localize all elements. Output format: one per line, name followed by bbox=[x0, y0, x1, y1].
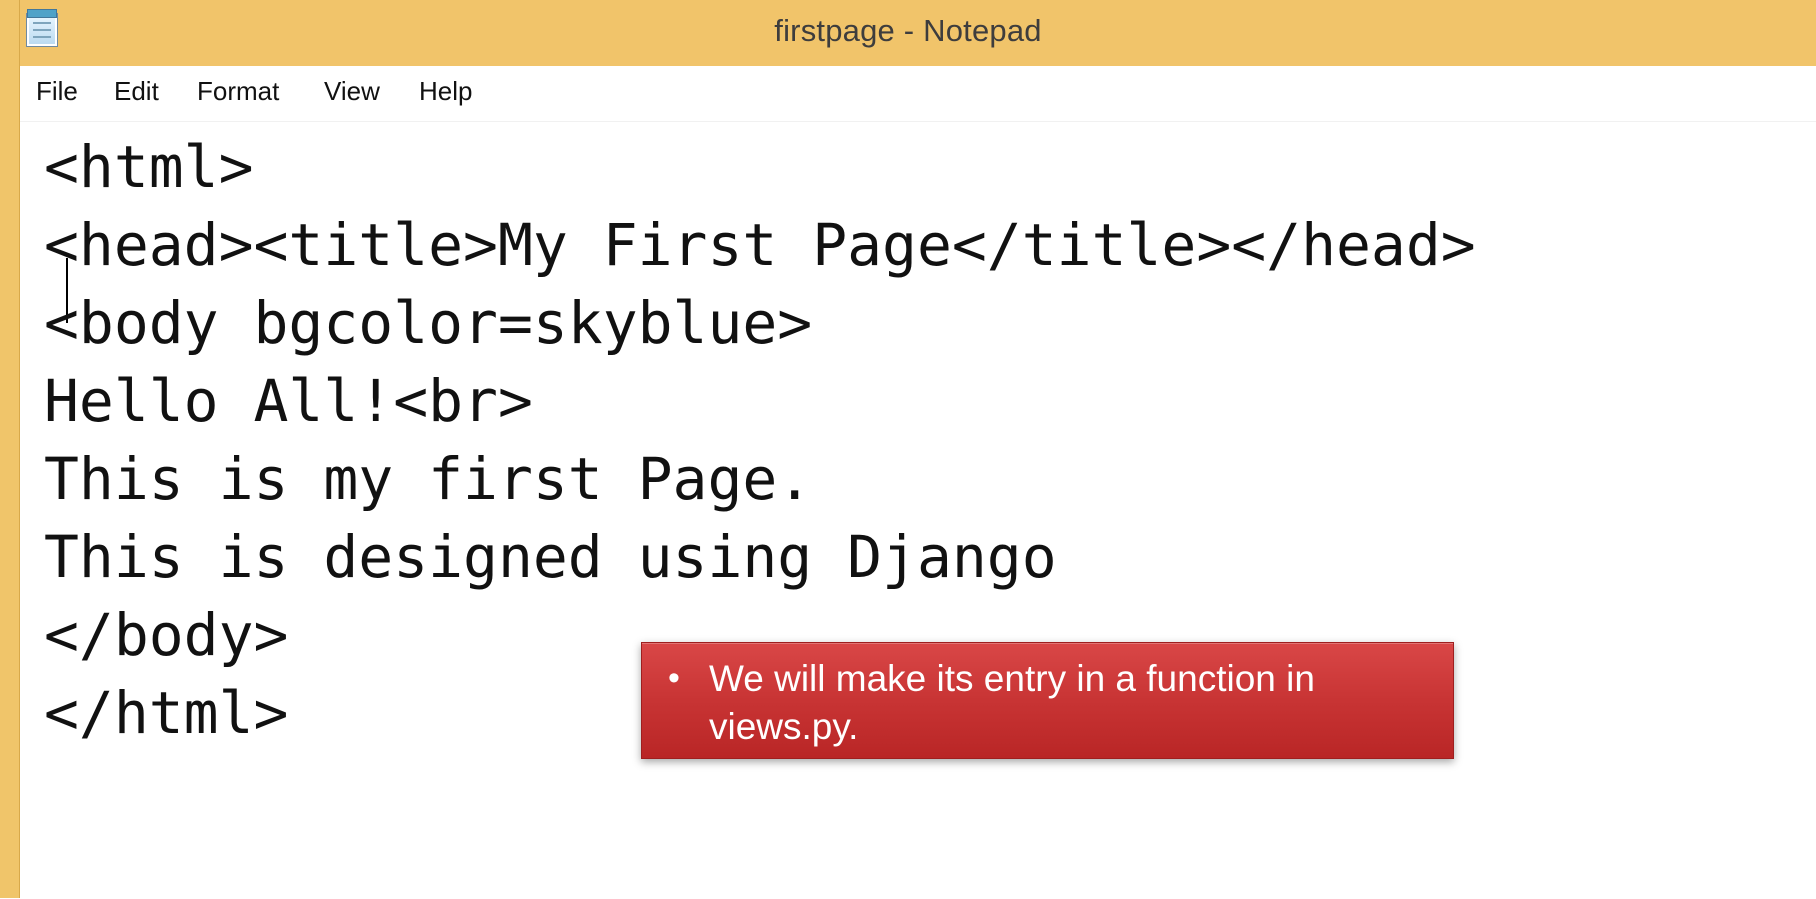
menu-format[interactable]: Format bbox=[197, 76, 279, 107]
editor-line: <body bgcolor=skyblue> bbox=[44, 289, 813, 357]
title-bar: firstpage - Notepad bbox=[0, 0, 1816, 66]
window-title: firstpage - Notepad bbox=[774, 13, 1042, 48]
callout-text: We will make its entry in a function in … bbox=[709, 658, 1315, 747]
editor-line: </html> bbox=[44, 679, 289, 747]
editor-line: </body> bbox=[44, 601, 289, 669]
bullet-marker: • bbox=[668, 659, 680, 697]
notepad-window: firstpage - Notepad File Edit Format Vie… bbox=[0, 0, 1816, 899]
annotation-callout: • We will make its entry in a function i… bbox=[641, 642, 1454, 759]
text-editor[interactable]: <html> <head><title>My First Page</title… bbox=[20, 121, 1816, 899]
editor-line: Hello All!<br> bbox=[44, 367, 533, 435]
editor-line: This is designed using Django bbox=[44, 523, 1057, 591]
editor-line: <head><title>My First Page</title></head… bbox=[44, 211, 1476, 279]
menu-bar: File Edit Format View Help bbox=[20, 66, 1816, 121]
window-left-border bbox=[0, 0, 20, 898]
editor-line: <html> bbox=[44, 133, 254, 201]
menu-file[interactable]: File bbox=[36, 76, 78, 107]
editor-line: This is my first Page. bbox=[44, 445, 813, 513]
menu-help[interactable]: Help bbox=[419, 76, 472, 107]
menu-view[interactable]: View bbox=[324, 76, 380, 107]
menu-edit[interactable]: Edit bbox=[114, 76, 159, 107]
